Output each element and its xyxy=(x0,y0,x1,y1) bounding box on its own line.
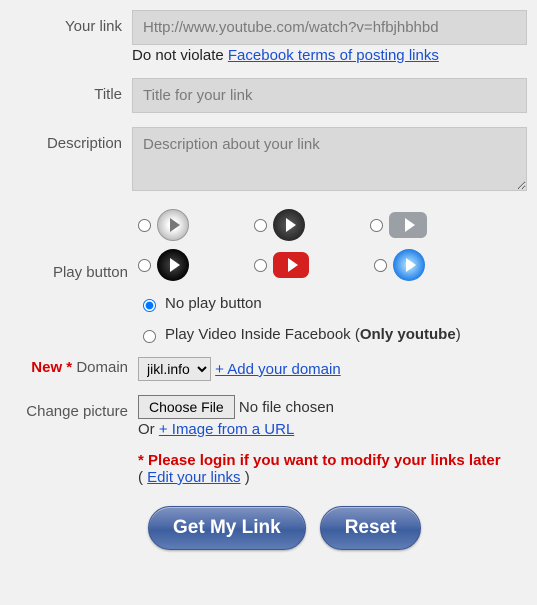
new-badge: New * xyxy=(31,359,72,376)
play-radio-none[interactable] xyxy=(143,299,156,312)
description-label: Description xyxy=(10,127,132,152)
edit-links-line: ( Edit your links ) xyxy=(138,469,527,486)
play-icon-flat xyxy=(389,212,427,238)
choose-file-button[interactable]: Choose File xyxy=(138,395,235,419)
file-status: No file chosen xyxy=(239,399,334,416)
your-link-input[interactable] xyxy=(132,10,527,45)
no-play-label: No play button xyxy=(165,295,262,312)
play-inside-label: Play Video Inside Facebook (Only youtube… xyxy=(165,326,461,343)
play-radio-6[interactable] xyxy=(374,259,387,272)
play-radio-5[interactable] xyxy=(254,259,267,272)
play-icon-black xyxy=(157,249,189,281)
or-text: Or xyxy=(138,421,159,438)
play-icon-dark xyxy=(273,209,305,241)
description-input[interactable] xyxy=(132,127,527,191)
play-icon-youtube xyxy=(273,252,309,278)
play-button-label: Play button xyxy=(10,209,138,281)
play-button-options: No play button Play Video Inside Faceboo… xyxy=(138,209,527,343)
title-input[interactable] xyxy=(132,78,527,113)
link-form: Your link Do not violate Facebook terms … xyxy=(0,0,537,580)
domain-label: Domain xyxy=(76,359,128,376)
image-from-url-link[interactable]: + Image from a URL xyxy=(159,421,294,438)
play-radio-inside[interactable] xyxy=(143,330,156,343)
play-radio-1[interactable] xyxy=(138,219,151,232)
play-icon-silver xyxy=(157,209,189,241)
domain-select[interactable]: jikl.info xyxy=(138,357,211,381)
your-link-label: Your link xyxy=(10,10,132,35)
edit-links-link[interactable]: Edit your links xyxy=(147,469,240,486)
change-picture-label: Change picture xyxy=(10,395,138,420)
play-radio-4[interactable] xyxy=(138,259,151,272)
reset-button[interactable]: Reset xyxy=(320,506,422,550)
domain-label-cell: New * Domain xyxy=(10,357,138,376)
login-warning: * Please login if you want to modify you… xyxy=(138,452,527,469)
title-label: Title xyxy=(10,78,132,103)
play-radio-2[interactable] xyxy=(254,219,267,232)
get-my-link-button[interactable]: Get My Link xyxy=(148,506,306,550)
link-hint: Do not violate Facebook terms of posting… xyxy=(132,47,527,64)
play-radio-3[interactable] xyxy=(370,219,383,232)
add-domain-link[interactable]: + Add your domain xyxy=(215,361,341,378)
terms-link[interactable]: Facebook terms of posting links xyxy=(228,47,439,64)
play-icon-blue xyxy=(393,249,425,281)
